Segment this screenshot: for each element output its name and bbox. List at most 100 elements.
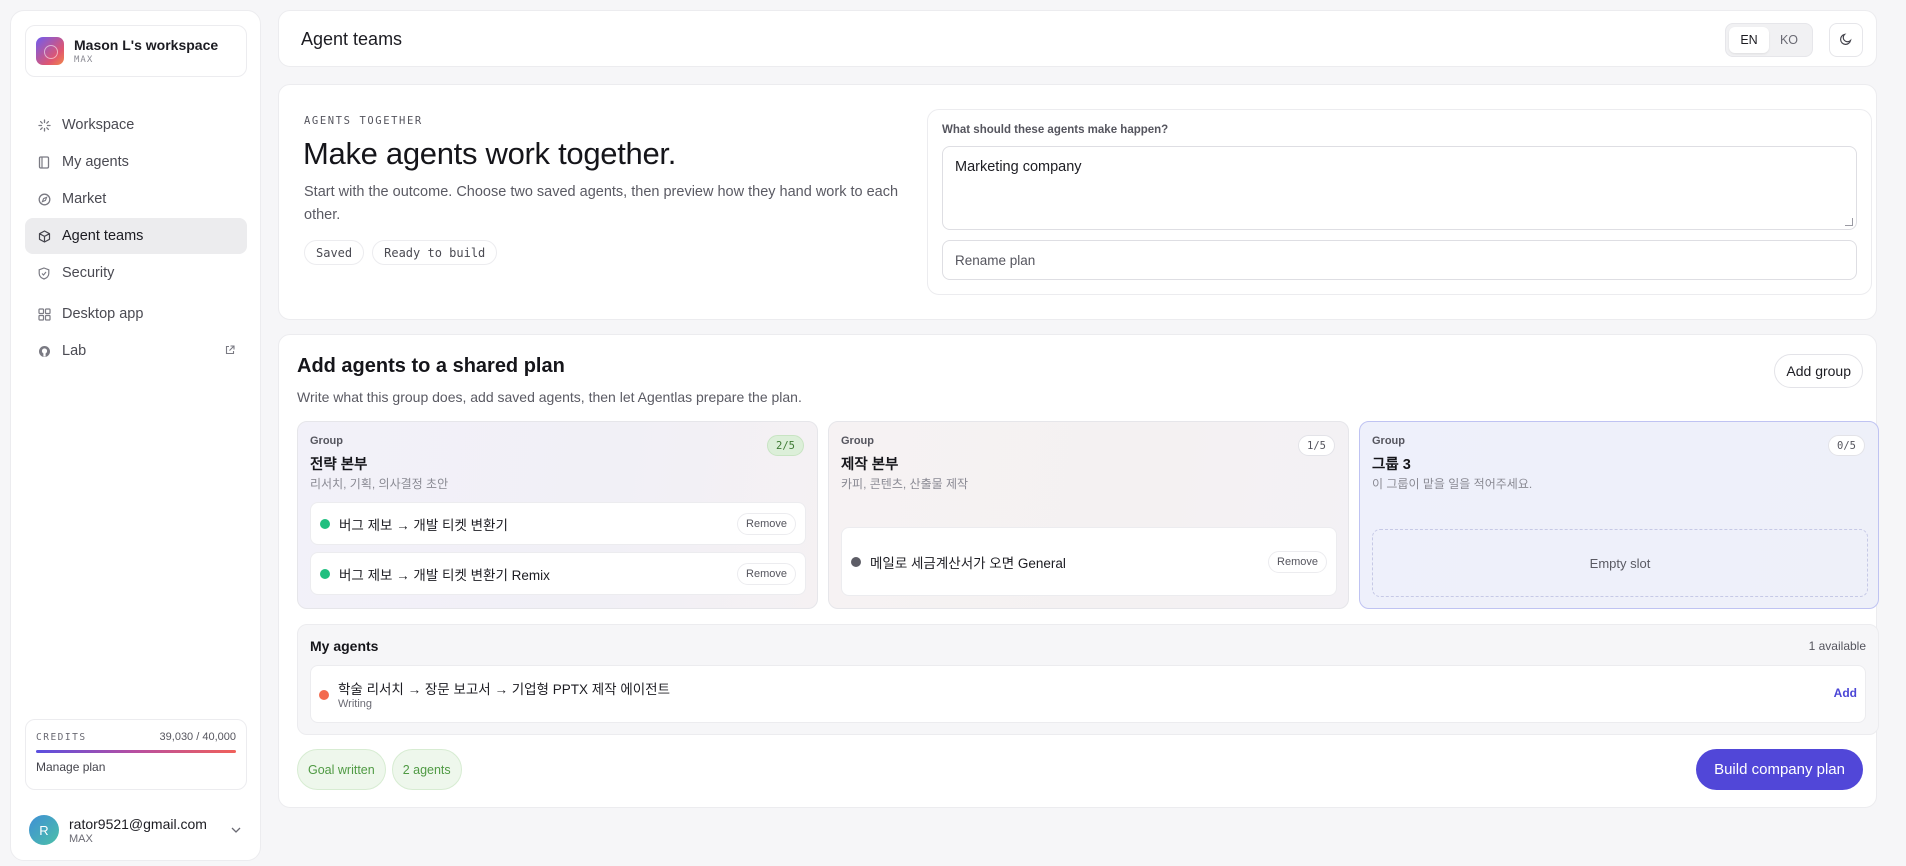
sidebar-item-my-agents[interactable]: My agents <box>25 144 247 180</box>
sidebar-item-workspace[interactable]: Workspace <box>25 107 247 143</box>
theme-toggle-button[interactable] <box>1829 23 1863 57</box>
group-subtitle[interactable]: 리서치, 기획, 의사결정 초안 <box>310 475 448 492</box>
group-card[interactable]: Group 전략 본부 리서치, 기획, 의사결정 초안 2/5 버그 제보 →… <box>297 421 818 609</box>
status-dot-icon <box>320 518 330 529</box>
group-agent-row: 버그 제보 → 개발 티켓 변환기 Remix Remove <box>310 552 806 595</box>
sidebar-item-label: My agents <box>62 154 129 170</box>
remove-agent-button[interactable]: Remove <box>1268 550 1327 573</box>
goal-card: What should these agents make happen? Ma… <box>927 109 1872 295</box>
group-agent-row: 버그 제보 → 개발 티켓 변환기 Remove <box>310 502 806 545</box>
ready-chip: Ready to build <box>372 240 498 265</box>
remove-agent-button[interactable]: Remove <box>737 562 796 585</box>
empty-slot[interactable]: Empty slot <box>1372 529 1868 597</box>
group-card[interactable]: Group 제작 본부 카피, 콘텐츠, 산출물 제작 1/5 메일로 세금계산… <box>828 421 1349 609</box>
group-count-badge: 2/5 <box>767 435 804 456</box>
compass-icon <box>37 192 51 206</box>
group-card[interactable]: Group 그룹 3 이 그룹이 맡을 일을 적어주세요. 0/5 Empty … <box>1359 421 1879 609</box>
chevron-down-icon <box>231 824 241 836</box>
sidebar-item-label: Agent teams <box>62 228 144 244</box>
agent-count-badge: 2 agents <box>391 749 462 790</box>
my-agents-count: 1 available <box>1808 639 1866 653</box>
sidebar-item-desktop-app[interactable]: Desktop app <box>25 296 247 332</box>
group-tag: Group <box>310 435 343 447</box>
group-tag: Group <box>1372 435 1405 447</box>
add-group-button[interactable]: Add group <box>1774 354 1863 388</box>
group-count-badge: 0/5 <box>1828 435 1865 456</box>
lang-ko-button[interactable]: KO <box>1769 27 1809 53</box>
group-subtitle[interactable]: 카피, 콘텐츠, 산출물 제작 <box>841 475 968 492</box>
user-plan: MAX <box>69 832 93 845</box>
group-subtitle[interactable]: 이 그룹이 맡을 일을 적어주세요. <box>1372 475 1532 492</box>
agent-name: 메일로 세금계산서가 오면 General <box>870 555 1066 571</box>
sidebar-item-label: Security <box>62 265 115 281</box>
sidebar-item-market[interactable]: Market <box>25 181 247 217</box>
my-agents-panel: My agents 1 available 학술 리서치 → 장문 보고서 → … <box>297 624 1879 735</box>
language-toggle: EN KO <box>1725 23 1813 57</box>
group-agent-row: 메일로 세금계산서가 오면 General Remove <box>841 527 1337 596</box>
agent-name: 버그 제보 → 개발 티켓 변환기 Remix <box>339 567 550 583</box>
page-title: Agent teams <box>301 29 403 49</box>
moon-icon <box>1840 32 1852 48</box>
cube-icon <box>37 229 51 243</box>
sidebar-item-security[interactable]: Security <box>25 255 247 291</box>
sidebar-item-agent-teams[interactable]: Agent teams <box>25 218 247 254</box>
eyebrow: AGENTS TOGETHER <box>304 115 423 127</box>
agent-name: 학술 리서치 → 장문 보고서 → 기업형 PPTX 제작 에이전트 <box>338 682 670 697</box>
avatar: R <box>29 815 59 845</box>
sidebar-item-label: Lab <box>62 343 87 359</box>
plan-section: Add agents to a shared plan Write what t… <box>278 334 1879 808</box>
credits-progress-bar <box>36 750 236 753</box>
plan-title: Add agents to a shared plan <box>297 355 565 377</box>
book-icon <box>37 155 51 169</box>
user-menu[interactable]: R rator9521@gmail.com MAX <box>25 807 247 853</box>
lang-en-button[interactable]: EN <box>1729 27 1769 53</box>
credits-value: 39,030 / 40,000 <box>159 731 236 743</box>
group-name[interactable]: 그룹 3 <box>1372 453 1411 474</box>
saved-chip: Saved <box>304 240 365 265</box>
user-email: rator9521@gmail.com <box>69 815 207 832</box>
sidebar: Mason L's workspace MAX Workspace My age… <box>10 10 261 861</box>
agent-name: 버그 제보 → 개발 티켓 변환기 <box>339 517 508 533</box>
group-name[interactable]: 전략 본부 <box>310 453 367 474</box>
agent-category: Writing <box>338 698 373 710</box>
status-dot-icon <box>319 690 329 700</box>
goal-textarea[interactable]: Marketing company <box>942 146 1857 230</box>
my-agents-title: My agents <box>310 638 379 654</box>
external-link-icon <box>225 344 235 358</box>
top-bar: Agent teams EN KO <box>278 10 1877 67</box>
status-dot-icon <box>851 556 861 567</box>
resize-handle-icon[interactable] <box>1845 218 1853 226</box>
add-agent-button[interactable]: Add <box>1834 686 1857 700</box>
plan-description: Write what this group does, add saved ag… <box>297 389 802 405</box>
github-icon <box>37 344 51 358</box>
group-name[interactable]: 제작 본부 <box>841 453 898 474</box>
sidebar-item-lab[interactable]: Lab <box>25 333 247 369</box>
goal-written-badge: Goal written <box>297 749 386 790</box>
group-tag: Group <box>841 435 874 447</box>
list-item[interactable]: 학술 리서치 → 장문 보고서 → 기업형 PPTX 제작 에이전트 Writi… <box>310 665 1866 723</box>
goal-text-value: Marketing company <box>955 159 1082 175</box>
status-pills: Goal written 2 agents <box>297 749 462 790</box>
goal-label: What should these agents make happen? <box>942 124 1169 136</box>
sidebar-item-label: Desktop app <box>62 306 144 322</box>
hero-section: AGENTS TOGETHER Make agents work togethe… <box>278 84 1877 320</box>
sidebar-nav-secondary: Desktop app Lab <box>25 296 247 370</box>
workspace-logo <box>36 37 64 65</box>
status-dot-icon <box>320 568 330 579</box>
remove-agent-button[interactable]: Remove <box>737 512 796 535</box>
credits-card: CREDITS 39,030 / 40,000 Manage plan <box>25 719 247 790</box>
rename-plan-input[interactable]: Rename plan <box>942 240 1857 280</box>
sidebar-item-label: Market <box>62 191 107 207</box>
hero-title: Make agents work together. <box>303 136 677 171</box>
sparkle-icon <box>37 118 51 132</box>
hero-chips: Saved Ready to build <box>304 240 498 265</box>
shield-icon <box>37 266 51 280</box>
group-count-badge: 1/5 <box>1298 435 1335 456</box>
manage-plan-link[interactable]: Manage plan <box>36 760 236 774</box>
build-company-plan-button[interactable]: Build company plan <box>1696 749 1863 790</box>
credits-label: CREDITS <box>36 731 87 743</box>
workspace-switcher[interactable]: Mason L's workspace MAX <box>25 25 247 77</box>
sidebar-nav: Workspace My agents Market Agent teams S… <box>25 107 247 292</box>
sidebar-item-label: Workspace <box>62 117 135 133</box>
grid-icon <box>37 307 51 321</box>
